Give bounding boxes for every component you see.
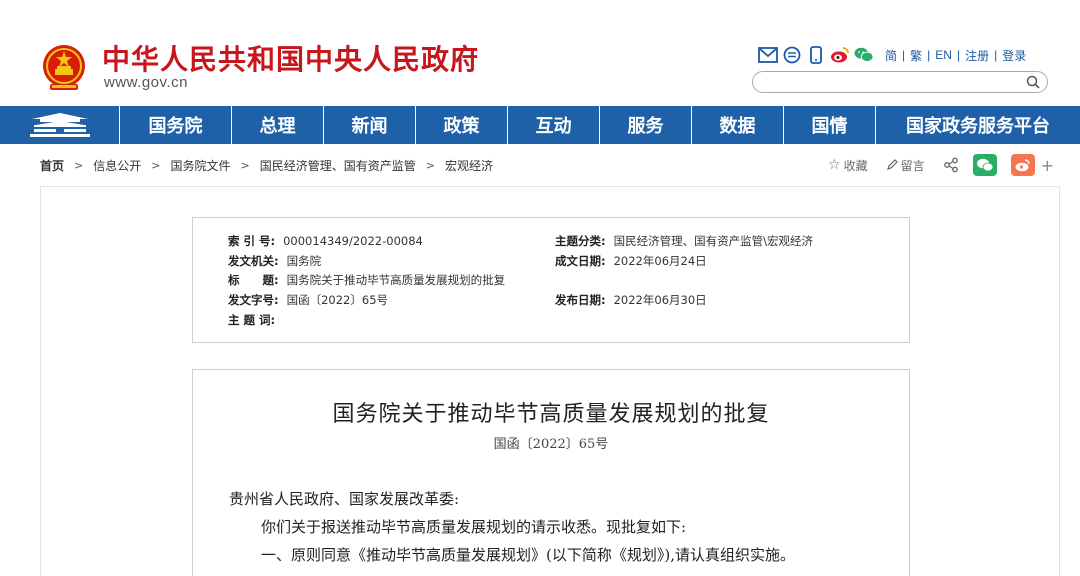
nav-gov-service-platform[interactable]: 国家政务服务平台: [876, 106, 1080, 144]
chevron-right-icon: >: [240, 158, 250, 172]
chat-bubble-icon[interactable]: [782, 45, 802, 65]
info-label: 主题分类:: [555, 234, 606, 248]
wechat-share-icon[interactable]: [972, 154, 997, 176]
chevron-right-icon: >: [151, 158, 161, 172]
info-value: 国民经济管理、国有资产监管\宏观经济: [613, 234, 813, 248]
document-paragraph: 一、原则同意《推动毕节高质量发展规划》(以下简称《规划》),请认真组织实施。: [261, 546, 795, 564]
info-label: 发布日期:: [555, 293, 606, 307]
site-title[interactable]: 中华人民共和国中央人民政府: [102, 38, 479, 78]
search-icon[interactable]: [1025, 74, 1041, 90]
tiananmen-icon: [29, 113, 90, 137]
info-title-row: 标 题: 国务院关于推动毕节高质量发展规划的批复: [228, 270, 505, 290]
info-label: 索 引 号:: [228, 234, 276, 248]
simplified-chinese-link[interactable]: 简: [885, 47, 897, 64]
nav-home[interactable]: [0, 106, 120, 144]
document-number: 国函〔2022〕65号: [493, 437, 609, 452]
traditional-chinese-link[interactable]: 繁: [910, 47, 922, 64]
wechat-icon[interactable]: [854, 45, 874, 65]
breadcrumb-info-disclosure[interactable]: 信息公开: [93, 157, 141, 174]
mail-icon[interactable]: [758, 45, 778, 65]
nav-interaction[interactable]: 互动: [508, 106, 600, 144]
plus-icon[interactable]: +: [1041, 156, 1054, 175]
separator: |: [927, 48, 931, 62]
breadcrumb: 首页 > 信息公开 > 国务院文件 > 国民经济管理、国有资产监管 > 宏观经济: [40, 156, 493, 174]
document-salutation: 贵州省人民政府、国家发展改革委:: [229, 490, 460, 508]
info-docno-row: 发文字号: 国函〔2022〕65号: [228, 290, 388, 310]
nav-national-info[interactable]: 国情: [784, 106, 876, 144]
nav-data[interactable]: 数据: [692, 106, 784, 144]
share-icon[interactable]: [943, 157, 959, 173]
nav-policy[interactable]: 政策: [416, 106, 508, 144]
breadcrumb-macro-economy[interactable]: 宏观经济: [445, 157, 493, 174]
nav-premier[interactable]: 总理: [232, 106, 324, 144]
national-emblem-icon[interactable]: [40, 42, 88, 92]
info-label: 成文日期:: [555, 254, 606, 268]
english-link[interactable]: EN: [935, 48, 952, 62]
info-value: 2022年06月30日: [613, 293, 707, 307]
nav-services[interactable]: 服务: [600, 106, 692, 144]
comment-link[interactable]: 留言: [901, 157, 925, 174]
info-value: 国务院关于推动毕节高质量发展规划的批复: [286, 273, 506, 287]
info-value: 000014349/2022-00084: [283, 234, 423, 248]
info-org-row: 发文机关: 国务院: [228, 251, 321, 271]
share-bar: ☆ 收藏 留言 +: [828, 152, 1054, 178]
info-label: 主 题 词:: [228, 313, 276, 327]
nav-state-council[interactable]: 国务院: [120, 106, 232, 144]
breadcrumb-home[interactable]: 首页: [40, 157, 64, 174]
document-body: 国务院关于推动毕节高质量发展规划的批复 国函〔2022〕65号 贵州省人民政府、…: [192, 369, 910, 576]
info-keywords-row: 主 题 词:: [228, 310, 283, 330]
chevron-right-icon: >: [425, 158, 435, 172]
search-input[interactable]: [752, 71, 1048, 93]
info-created-row: 成文日期: 2022年06月24日: [555, 251, 707, 271]
breadcrumb-economy-management[interactable]: 国民经济管理、国有资产监管: [260, 157, 416, 174]
site-header: 中华人民共和国中央人民政府 www.gov.cn 简 | 繁 | EN | 注册…: [0, 0, 1080, 106]
register-link[interactable]: 注册: [965, 47, 989, 64]
document-info-box: 索 引 号: 000014349/2022-00084 发文机关: 国务院 标 …: [192, 217, 910, 343]
info-value: 2022年06月24日: [613, 254, 707, 268]
info-category-row: 主题分类: 国民经济管理、国有资产监管\宏观经济: [555, 231, 813, 251]
favorite-link[interactable]: 收藏: [844, 157, 868, 174]
breadcrumb-state-council-docs[interactable]: 国务院文件: [170, 157, 230, 174]
mobile-phone-icon[interactable]: [806, 45, 826, 65]
weibo-icon[interactable]: [830, 45, 850, 65]
info-label: 发文字号:: [228, 293, 279, 307]
weibo-share-icon[interactable]: [1010, 154, 1035, 176]
info-published-row: 发布日期: 2022年06月30日: [555, 290, 707, 310]
info-index-row: 索 引 号: 000014349/2022-00084: [228, 231, 423, 251]
separator: |: [902, 48, 906, 62]
main-nav: 国务院 总理 新闻 政策 互动 服务 数据 国情 国家政务服务平台: [0, 106, 1080, 144]
document-title: 国务院关于推动毕节高质量发展规划的批复: [332, 402, 770, 427]
site-url[interactable]: www.gov.cn: [104, 74, 188, 91]
separator: |: [956, 48, 961, 62]
login-link[interactable]: 登录: [1002, 47, 1026, 64]
document-paragraph: 你们关于报送推动毕节高质量发展规划的请示收悉。现批复如下:: [261, 518, 687, 536]
separator: |: [994, 48, 998, 62]
utility-bar: 简 | 繁 | EN | 注册 | 登录: [758, 44, 1031, 66]
content-container: 索 引 号: 000014349/2022-00084 发文机关: 国务院 标 …: [40, 186, 1060, 576]
info-value: 国务院: [286, 254, 322, 268]
info-label: 标 题:: [228, 273, 279, 287]
info-value: 国函〔2022〕65号: [286, 293, 389, 307]
pencil-icon[interactable]: [886, 159, 898, 171]
star-icon[interactable]: ☆: [828, 157, 841, 173]
nav-news[interactable]: 新闻: [324, 106, 416, 144]
chevron-right-icon: >: [74, 158, 84, 172]
info-label: 发文机关:: [228, 254, 279, 268]
